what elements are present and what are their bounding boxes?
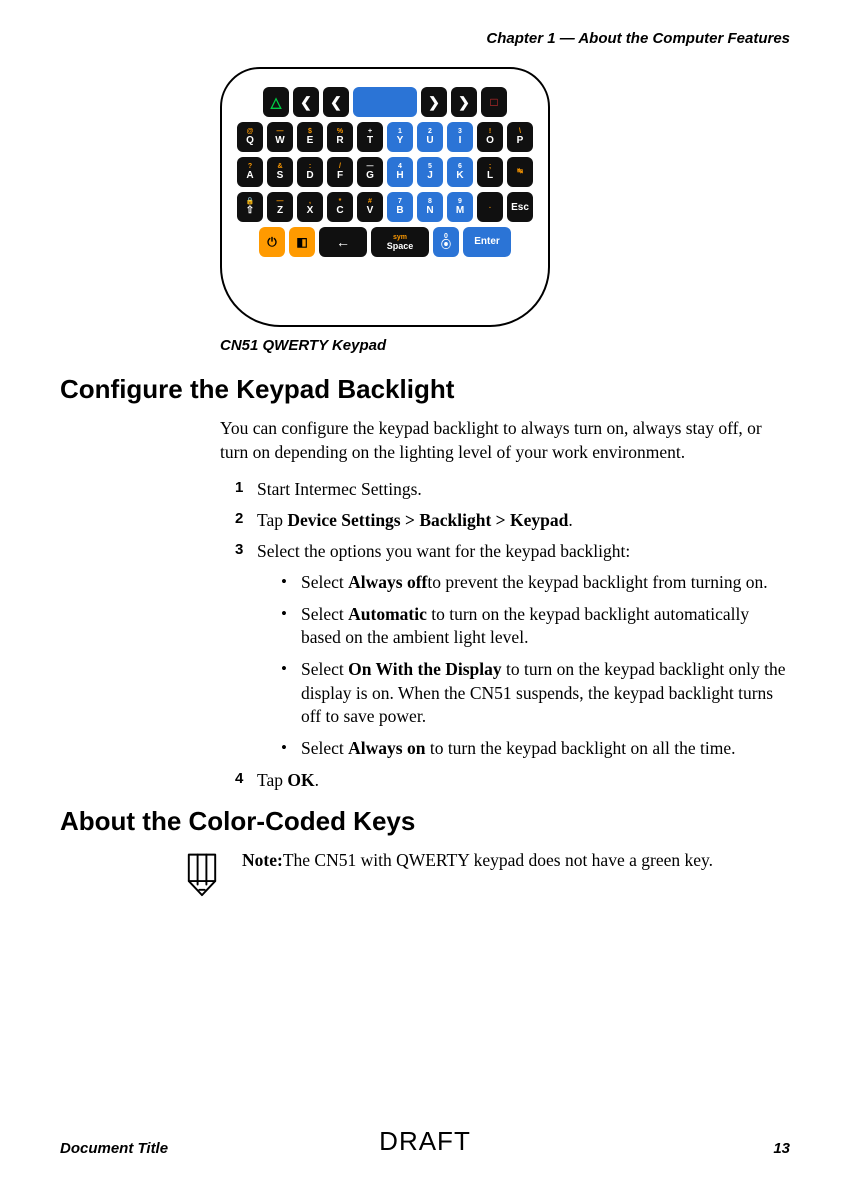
footer-page-number: 13 xyxy=(773,1140,790,1157)
keypad-key: —Z xyxy=(267,192,293,222)
keypad-key: @Q xyxy=(237,122,263,152)
keypad-key: ◧ xyxy=(289,227,315,257)
keypad-key: ❯ xyxy=(451,87,477,117)
keypad-key: ,X xyxy=(297,192,323,222)
keypad-key: 2U xyxy=(417,122,443,152)
keypad-key: —W xyxy=(267,122,293,152)
option-always-on: Select Always on to turn the keypad back… xyxy=(279,737,790,761)
section-heading-colorkeys: About the Color-Coded Keys xyxy=(60,806,790,837)
keypad-key: ❮ xyxy=(323,87,349,117)
keypad-key: . xyxy=(477,192,503,222)
keypad-key: ?A xyxy=(237,157,263,187)
option-automatic: Select Automatic to turn on the keypad b… xyxy=(279,603,790,650)
note-text: Note:The CN51 with QWERTY keypad does no… xyxy=(242,849,790,873)
step-1: Start Intermec Settings. xyxy=(235,478,790,502)
note-block: Note:The CN51 with QWERTY keypad does no… xyxy=(180,849,790,904)
step-4: Tap OK. xyxy=(235,769,790,793)
keypad-key: symSpace xyxy=(371,227,429,257)
keypad-key: ⏻ xyxy=(259,227,285,257)
keypad-key: 0⦿ xyxy=(433,227,459,257)
keypad-key: $E xyxy=(297,122,323,152)
keypad-key: %R xyxy=(327,122,353,152)
keypad-key: ↹ xyxy=(507,157,533,187)
keypad-key: 6K xyxy=(447,157,473,187)
options-list: Select Always offto prevent the keypad b… xyxy=(279,571,790,760)
steps-list: Start Intermec Settings. Tap Device Sett… xyxy=(235,478,790,792)
keypad-key: &S xyxy=(267,157,293,187)
keypad-key: \P xyxy=(507,122,533,152)
option-always-off: Select Always offto prevent the keypad b… xyxy=(279,571,790,595)
keypad-key: ← xyxy=(319,227,367,257)
running-head: Chapter 1 — About the Computer Features xyxy=(60,30,790,47)
keypad-key: 9M xyxy=(447,192,473,222)
keypad-key: :D xyxy=(297,157,323,187)
keypad-key: ;L xyxy=(477,157,503,187)
option-on-with-display: Select On With the Display to turn on th… xyxy=(279,658,790,729)
keypad-key: 3I xyxy=(447,122,473,152)
keypad-key: #V xyxy=(357,192,383,222)
keypad-key: △ xyxy=(263,87,289,117)
keypad-key: ❯ xyxy=(421,87,447,117)
keypad-key: 8N xyxy=(417,192,443,222)
keypad: △❮❮❯❯□ @Q—W$E%R+T1Y2U3I!O\P ?A&S:D/F—G4H… xyxy=(220,67,550,327)
page-footer: Document Title DRAFT 13 xyxy=(60,1140,790,1157)
figure-caption: CN51 QWERTY Keypad xyxy=(220,337,790,354)
keypad-key: !O xyxy=(477,122,503,152)
step-2: Tap Device Settings > Backlight > Keypad… xyxy=(235,509,790,533)
keypad-key: /F xyxy=(327,157,353,187)
footer-doc-title: Document Title xyxy=(60,1140,168,1157)
keypad-figure: △❮❮❯❯□ @Q—W$E%R+T1Y2U3I!O\P ?A&S:D/F—G4H… xyxy=(220,67,560,327)
pencil-icon xyxy=(180,849,224,904)
keypad-key: 1Y xyxy=(387,122,413,152)
keypad-key: 🔒⇧ xyxy=(237,192,263,222)
keypad-key: 5J xyxy=(417,157,443,187)
keypad-key: —G xyxy=(357,157,383,187)
keypad-key: Enter xyxy=(463,227,511,257)
section-heading-configure: Configure the Keypad Backlight xyxy=(60,374,790,405)
keypad-key xyxy=(353,87,417,117)
keypad-key: □ xyxy=(481,87,507,117)
draft-watermark: DRAFT xyxy=(379,1126,471,1157)
keypad-key: ❮ xyxy=(293,87,319,117)
keypad-key: *C xyxy=(327,192,353,222)
keypad-key: 4H xyxy=(387,157,413,187)
step-3: Select the options you want for the keyp… xyxy=(235,540,790,761)
intro-paragraph: You can configure the keypad backlight t… xyxy=(220,417,790,464)
keypad-key: 7B xyxy=(387,192,413,222)
keypad-key: +T xyxy=(357,122,383,152)
keypad-key: Esc xyxy=(507,192,533,222)
